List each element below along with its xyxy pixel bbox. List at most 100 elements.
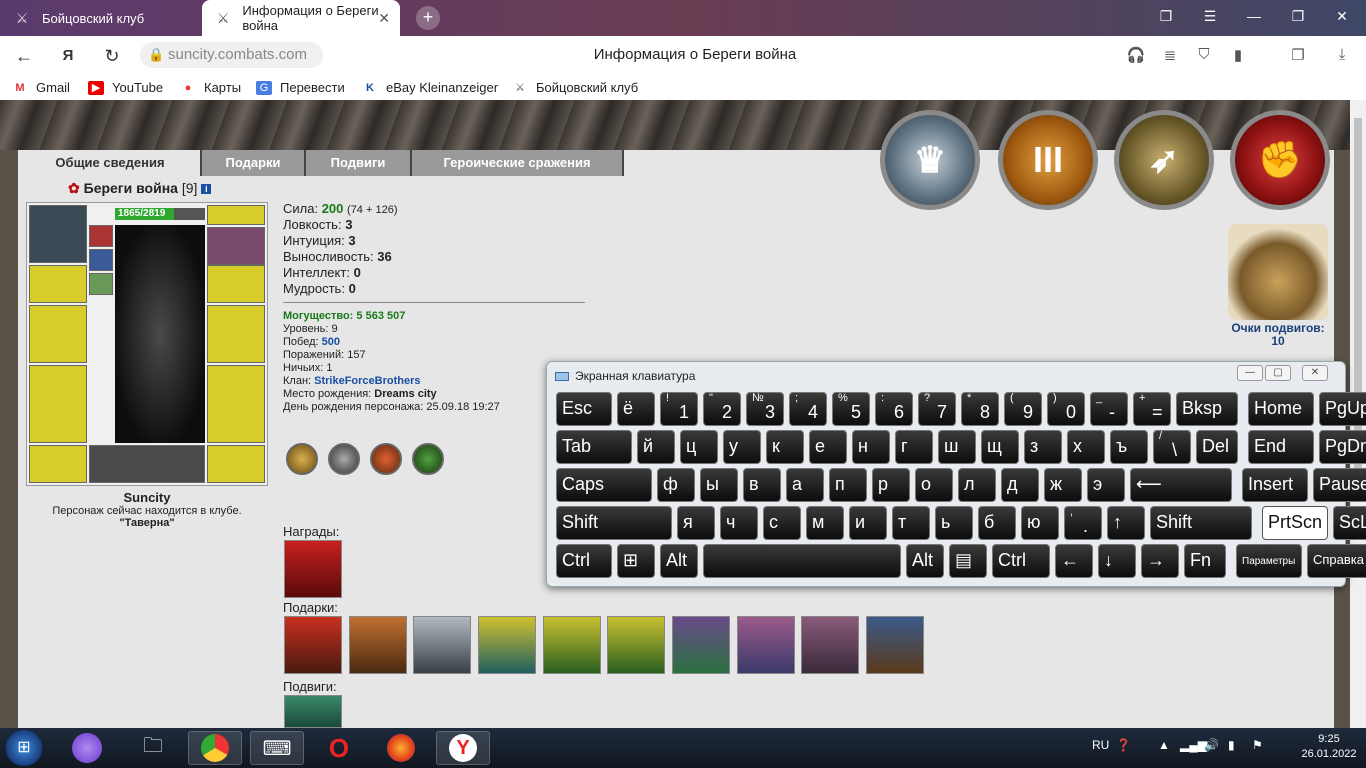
- key-а[interactable]: а: [786, 468, 824, 502]
- key-Shift[interactable]: Shift: [1150, 506, 1252, 540]
- key-ж[interactable]: ж: [1044, 468, 1082, 502]
- fist-medal-icon[interactable]: ✊: [1230, 110, 1330, 210]
- key-\[interactable]: / \: [1153, 430, 1191, 464]
- key-9[interactable]: (9: [1004, 392, 1042, 426]
- key--[interactable]: _ -: [1090, 392, 1128, 426]
- explorer-icon[interactable]: 🗀: [126, 731, 180, 765]
- bracers-slot[interactable]: [29, 265, 87, 303]
- tab-general-info[interactable]: Общие сведения: [20, 150, 202, 176]
- feat-icon[interactable]: [284, 695, 342, 728]
- buff-icon[interactable]: [370, 443, 402, 475]
- key-Tab[interactable]: Tab: [556, 430, 632, 464]
- belt-slot[interactable]: [29, 445, 87, 483]
- key-г[interactable]: г: [895, 430, 933, 464]
- close-tab-icon[interactable]: ✕: [378, 10, 390, 27]
- key-Fn[interactable]: Fn: [1184, 544, 1226, 578]
- key-и[interactable]: и: [849, 506, 887, 540]
- yandex-browser-icon[interactable]: Y: [436, 731, 490, 765]
- rings-slot[interactable]: [207, 227, 265, 265]
- language-indicator[interactable]: RU: [1092, 738, 1109, 752]
- osk-close-button[interactable]: ✕: [1302, 365, 1328, 381]
- tab-character-info[interactable]: ⚔ Информация о Береги война ✕: [202, 0, 400, 36]
- key-Справка[interactable]: Справка: [1307, 544, 1366, 578]
- gift-icon[interactable]: [284, 616, 342, 674]
- crown-medal-icon[interactable]: ♛: [880, 110, 980, 210]
- key-⊞[interactable]: ⊞: [617, 544, 655, 578]
- restore-icon[interactable]: ❐: [1288, 8, 1308, 25]
- buff-icon[interactable]: [286, 443, 318, 475]
- close-window-icon[interactable]: ✕: [1332, 8, 1352, 25]
- key-м[interactable]: м: [806, 506, 844, 540]
- gift-icon[interactable]: [543, 616, 601, 674]
- key-н[interactable]: н: [852, 430, 890, 464]
- key-ScLk[interactable]: ScLk: [1333, 506, 1366, 540]
- award-card-icon[interactable]: [284, 540, 342, 598]
- flag-icon[interactable]: ⚑: [1252, 738, 1263, 752]
- key-Ctrl[interactable]: Ctrl: [992, 544, 1050, 578]
- show-hidden-icons-icon[interactable]: ▲: [1158, 738, 1170, 752]
- item-slot[interactable]: [89, 249, 113, 271]
- buff-icon[interactable]: [328, 443, 360, 475]
- key-д[interactable]: д: [1001, 468, 1039, 502]
- reload-icon[interactable]: ↻: [100, 44, 124, 68]
- helmet-slot[interactable]: [29, 205, 87, 263]
- url-field[interactable]: 🔒 suncity.combats.com: [140, 42, 323, 68]
- key-ю[interactable]: ю: [1021, 506, 1059, 540]
- key-Bksp[interactable]: Bksp: [1176, 392, 1238, 426]
- key-3[interactable]: № 3: [746, 392, 784, 426]
- key-Параметры[interactable]: Параметры: [1236, 544, 1302, 578]
- bookmark-gmail[interactable]: M Gmail: [12, 80, 70, 95]
- new-tab-button[interactable]: +: [416, 6, 440, 30]
- earring-slot[interactable]: [207, 205, 265, 225]
- key-Del[interactable]: Del: [1196, 430, 1238, 464]
- key-←[interactable]: ←: [1055, 544, 1093, 578]
- chrome-icon[interactable]: [188, 731, 242, 765]
- osk-minimize-button[interactable]: —: [1237, 365, 1263, 381]
- menu-icon[interactable]: ☰: [1200, 8, 1220, 25]
- key-↓[interactable]: ↓: [1098, 544, 1136, 578]
- tab-gifts[interactable]: Подарки: [202, 150, 306, 176]
- key-Alt[interactable]: Alt: [906, 544, 944, 578]
- firefox-icon[interactable]: [374, 731, 428, 765]
- key-End[interactable]: End: [1248, 430, 1314, 464]
- tab-feats[interactable]: Подвиги: [306, 150, 412, 176]
- key-ш[interactable]: ш: [938, 430, 976, 464]
- key-к[interactable]: к: [766, 430, 804, 464]
- key-space[interactable]: [703, 544, 901, 578]
- battery-icon[interactable]: ▮: [1228, 738, 1235, 752]
- legs-slot[interactable]: [207, 365, 265, 443]
- key-Esc[interactable]: Esc: [556, 392, 612, 426]
- download-icon[interactable]: ⤓: [1332, 46, 1352, 63]
- item-slot[interactable]: [89, 225, 113, 247]
- key-Ctrl[interactable]: Ctrl: [556, 544, 612, 578]
- key-PrtScn[interactable]: PrtScn: [1262, 506, 1328, 540]
- buff-icon[interactable]: [412, 443, 444, 475]
- key-х[interactable]: х: [1067, 430, 1105, 464]
- weapon-slot[interactable]: [29, 305, 87, 363]
- key-Pause[interactable]: Pause: [1313, 468, 1366, 502]
- collections-icon[interactable]: ❐: [1288, 46, 1308, 64]
- bookmark-ebay[interactable]: KeBay Kleinanzeiger: [362, 80, 498, 95]
- key-я[interactable]: я: [677, 506, 715, 540]
- key-=[interactable]: + =: [1133, 392, 1171, 426]
- key-6[interactable]: :6: [875, 392, 913, 426]
- key-й[interactable]: й: [637, 430, 675, 464]
- key-р[interactable]: р: [872, 468, 910, 502]
- key-п[interactable]: п: [829, 468, 867, 502]
- key-→[interactable]: →: [1141, 544, 1179, 578]
- item-slot[interactable]: [89, 273, 113, 295]
- bookmark-maps[interactable]: ● Карты: [180, 80, 241, 95]
- clan-link[interactable]: StrikeForceBrothers: [314, 375, 420, 387]
- back-icon[interactable]: ←: [12, 44, 36, 68]
- armor-slot[interactable]: [29, 365, 87, 443]
- key-Home[interactable]: Home: [1248, 392, 1314, 426]
- key-⟵[interactable]: ⟵: [1130, 468, 1232, 502]
- key-▤[interactable]: ▤: [949, 544, 987, 578]
- signal-icon[interactable]: ▂▄▆: [1180, 738, 1207, 752]
- key-Alt[interactable]: Alt: [660, 544, 698, 578]
- key-б[interactable]: б: [978, 506, 1016, 540]
- opera-icon[interactable]: O: [312, 731, 366, 765]
- volume-icon[interactable]: 🔊: [1204, 738, 1219, 752]
- yandex-icon[interactable]: Я: [56, 44, 80, 68]
- key-2[interactable]: " 2: [703, 392, 741, 426]
